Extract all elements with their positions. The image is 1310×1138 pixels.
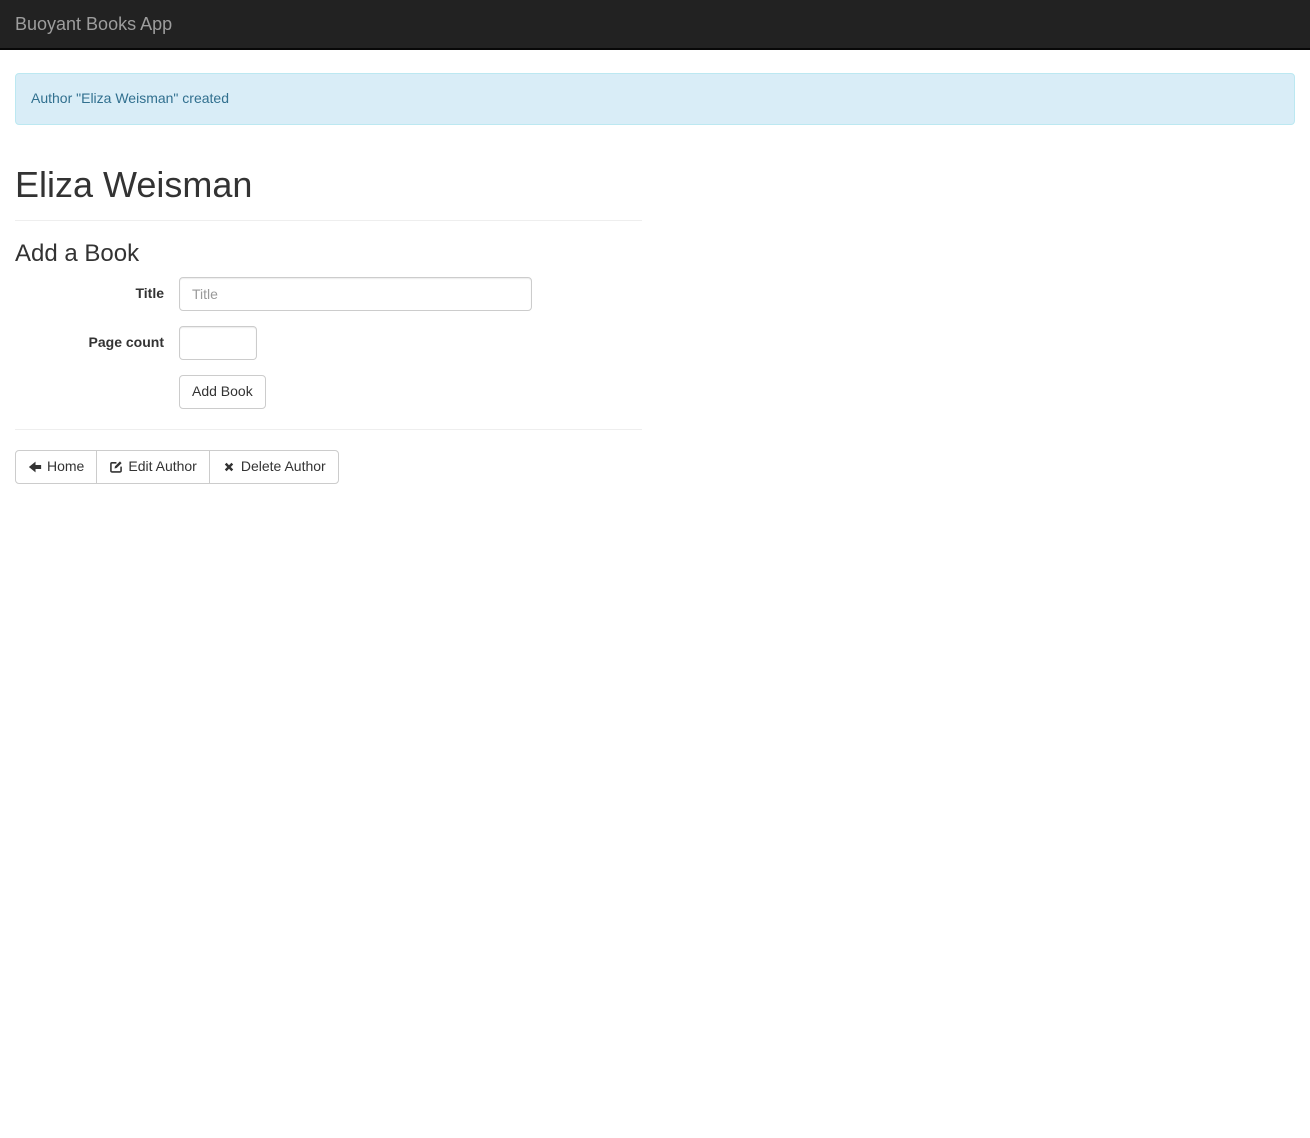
title-input-col xyxy=(179,277,532,311)
remove-icon xyxy=(222,460,236,474)
page-title: Eliza Weisman xyxy=(15,165,642,205)
add-book-heading: Add a Book xyxy=(15,241,642,267)
divider xyxy=(15,429,642,430)
title-form-group: Title xyxy=(15,277,642,311)
submit-spacer xyxy=(15,375,179,409)
navbar: Buoyant Books App xyxy=(0,0,1310,50)
page-count-input[interactable] xyxy=(179,326,257,360)
author-actions-button-group: Home Edit Author Delete Author xyxy=(15,450,339,484)
page-header: Eliza Weisman xyxy=(15,165,642,221)
remove-button[interactable]: Delete Author xyxy=(209,450,339,484)
edit-author-button-label: Edit Author xyxy=(128,457,197,477)
arrow-left-icon xyxy=(28,460,42,474)
page-count-input-col xyxy=(179,326,257,360)
alert-message: Author "Eliza Weisman" created xyxy=(31,90,229,106)
add-book-form: Title Page count Add Book xyxy=(15,277,642,409)
submit-form-group: Add Book xyxy=(15,375,642,409)
edit-icon xyxy=(109,460,123,474)
add-book-button-label: Add Book xyxy=(192,382,253,402)
title-label: Title xyxy=(15,277,179,311)
edit-author-button[interactable]: Edit Author xyxy=(96,450,210,484)
home-button[interactable]: Home xyxy=(15,450,97,484)
delete-author-button-label: Delete Author xyxy=(241,457,326,477)
home-button-label: Home xyxy=(47,457,84,477)
main-container: Author "Eliza Weisman" created Eliza Wei… xyxy=(0,73,1310,484)
add-book-button[interactable]: Add Book xyxy=(179,375,266,409)
page-count-form-group: Page count xyxy=(15,326,642,360)
alert-info: Author "Eliza Weisman" created xyxy=(15,73,1295,125)
navbar-brand[interactable]: Buoyant Books App xyxy=(15,0,172,49)
title-input[interactable] xyxy=(179,277,532,311)
content-column: Eliza Weisman Add a Book Title Page coun… xyxy=(15,165,642,484)
page-count-label: Page count xyxy=(15,326,179,360)
